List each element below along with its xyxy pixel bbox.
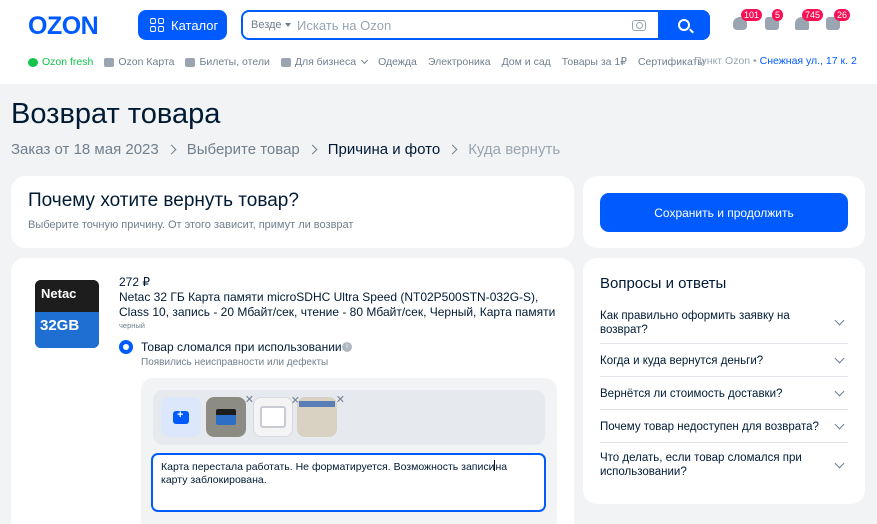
photo-thumbnail[interactable]: ✕ — [253, 395, 300, 437]
sd-card-brand: Netac — [35, 280, 99, 312]
pickup-label: Пункт Ozon — [694, 55, 751, 67]
nav-label: Ozon fresh — [42, 56, 94, 68]
reason-subtitle: Выберите точную причину. От этого зависи… — [28, 219, 354, 231]
faq-question: Что делать, если товар сломался при испо… — [600, 452, 802, 478]
reason-card: Почему хотите вернуть товар? Выберите то… — [11, 176, 574, 248]
screenshot-photo — [299, 401, 335, 407]
comment-textarea[interactable]: Карта перестала работать. Не форматирует… — [151, 453, 546, 512]
header: OZON Каталог Везде Искать на Ozon 101 5 … — [0, 0, 877, 84]
add-photo-button[interactable] — [161, 397, 201, 437]
product-image[interactable]: Netac 32GB — [27, 274, 107, 354]
ozon-logo[interactable]: OZON — [28, 12, 99, 41]
faq-item[interactable]: Когда и куда вернутся деньги? — [600, 345, 848, 377]
photo-thumbnail[interactable]: ✕ — [206, 394, 254, 437]
faq-item[interactable]: Что делать, если товар сломался при испо… — [600, 444, 848, 486]
catalog-button[interactable]: Каталог — [138, 10, 227, 40]
upload-area: ✕ ✕ ✕ Карта перестала работать. Не форма… — [141, 378, 557, 524]
camera-search-icon[interactable] — [632, 19, 646, 31]
faq-question: Как правильно оформить заявку на возврат… — [600, 309, 790, 336]
chevron-down-icon — [834, 458, 845, 468]
page-title: Возврат товара — [11, 98, 221, 130]
catalog-label: Каталог — [171, 17, 219, 33]
nav-label: Билеты, отели — [199, 56, 270, 68]
faq-question: Когда и куда вернутся деньги? — [600, 354, 764, 367]
profile-badge: 101 — [741, 9, 763, 21]
briefcase-icon — [280, 57, 291, 67]
product-name[interactable]: Netac 32 ГБ Карта памяти microSDHC Ultra… — [119, 290, 559, 320]
faq-item[interactable]: Как правильно оформить заявку на возврат… — [600, 302, 848, 344]
nav-item-ozon-card[interactable]: Ozon Карта — [104, 56, 174, 68]
sd-card-capacity: 32GB — [35, 312, 99, 348]
plane-icon — [185, 57, 196, 67]
save-and-continue-button[interactable]: Сохранить и продолжить — [600, 193, 848, 232]
faq-title: Вопросы и ответы — [600, 275, 727, 292]
search-input[interactable]: Искать на Ozon — [297, 18, 632, 33]
chevron-right-icon — [447, 144, 458, 155]
breadcrumb-choose-item[interactable]: Выберите товар — [187, 141, 300, 158]
faq-question: Почему товар недоступен для возврата? — [600, 420, 819, 433]
cart-badge: 26 — [834, 9, 851, 21]
search-icon — [678, 19, 690, 31]
chevron-down-icon — [834, 315, 845, 326]
remove-photo-icon[interactable]: ✕ — [336, 393, 345, 406]
chevron-down-icon — [361, 56, 369, 65]
faq-question: Вернётся ли стоимость доставки? — [600, 387, 783, 400]
photo-thumbnail[interactable]: ✕ — [297, 394, 345, 437]
nav-item-ozon-fresh[interactable]: Ozon fresh — [28, 56, 93, 68]
reason-radio-sublabel: Появились неисправности или дефекты — [141, 357, 329, 368]
faq-item[interactable]: Почему товар недоступен для возврата? — [600, 411, 848, 443]
search-scope-label: Везде — [251, 19, 282, 31]
save-card: Сохранить и продолжить — [583, 176, 865, 248]
nav-item-electronics[interactable]: Электроника — [428, 56, 491, 68]
orders-badge: 5 — [772, 9, 784, 21]
reason-radio[interactable] — [119, 340, 133, 354]
faq-item[interactable]: Вернётся ли стоимость доставки? — [600, 378, 848, 410]
nav-item-tickets[interactable]: Билеты, отели — [185, 56, 270, 68]
search-bar: Везде Искать на Ozon — [241, 10, 710, 40]
breadcrumb-reason-photo: Причина и фото — [327, 141, 441, 158]
nav-item-clothes[interactable]: Одежда — [378, 56, 417, 68]
nav-item-business[interactable]: Для бизнеса — [280, 56, 369, 68]
photo-strip: ✕ ✕ ✕ — [153, 390, 545, 445]
nav-item-home-garden[interactable]: Дом и сад — [502, 56, 551, 68]
address-link: Снежная ул., 17 к. 2 — [759, 55, 857, 67]
reason-radio-label[interactable]: Товар сломался при использовании — [141, 340, 342, 354]
product-price: 272 ₽ — [119, 275, 150, 289]
nav-label: Ozon Карта — [118, 56, 175, 68]
fresh-leaf-icon — [28, 57, 38, 67]
sd-card-picture: Netac 32GB — [35, 280, 99, 348]
breadcrumb: Заказ от 18 мая 2023 Выберите товар Прич… — [11, 141, 560, 158]
device-photo — [260, 406, 286, 428]
reason-title: Почему хотите вернуть товар? — [28, 190, 299, 211]
chevron-down-icon — [834, 386, 845, 397]
sd-card-photo — [216, 409, 236, 425]
comment-text-before: Карта перестала работать. Не форматирует… — [161, 461, 495, 473]
chevron-down-icon — [834, 419, 845, 430]
search-button[interactable] — [658, 10, 710, 40]
product-color: черный — [119, 321, 145, 330]
favorites-badge: 745 — [802, 9, 824, 21]
return-item-card: Netac 32GB 272 ₽ Netac 32 ГБ Карта памят… — [11, 258, 574, 524]
faq-card: Вопросы и ответы Как правильно оформить … — [583, 258, 865, 504]
catalog-grid-icon — [150, 18, 164, 32]
caret-down-icon — [284, 23, 291, 27]
search-scope-select[interactable]: Везде — [243, 19, 297, 31]
top-nav: Ozon fresh Ozon Карта Билеты, отели Для … — [28, 55, 716, 69]
chevron-down-icon — [834, 353, 845, 364]
breadcrumb-where-return: Куда вернуть — [468, 141, 561, 158]
chevron-right-icon — [166, 144, 177, 155]
nav-item-one-ruble[interactable]: Товары за 1₽ — [562, 56, 627, 68]
chevron-right-icon — [307, 144, 318, 155]
info-icon[interactable]: i — [342, 342, 352, 352]
nav-label: Для бизнеса — [294, 56, 357, 68]
card-icon — [104, 57, 115, 67]
add-photo-icon — [173, 409, 189, 424]
pickup-address[interactable]: Пункт Ozon • Снежная ул., 17 к. 2 — [694, 55, 857, 67]
breadcrumb-order[interactable]: Заказ от 18 мая 2023 — [11, 141, 159, 158]
